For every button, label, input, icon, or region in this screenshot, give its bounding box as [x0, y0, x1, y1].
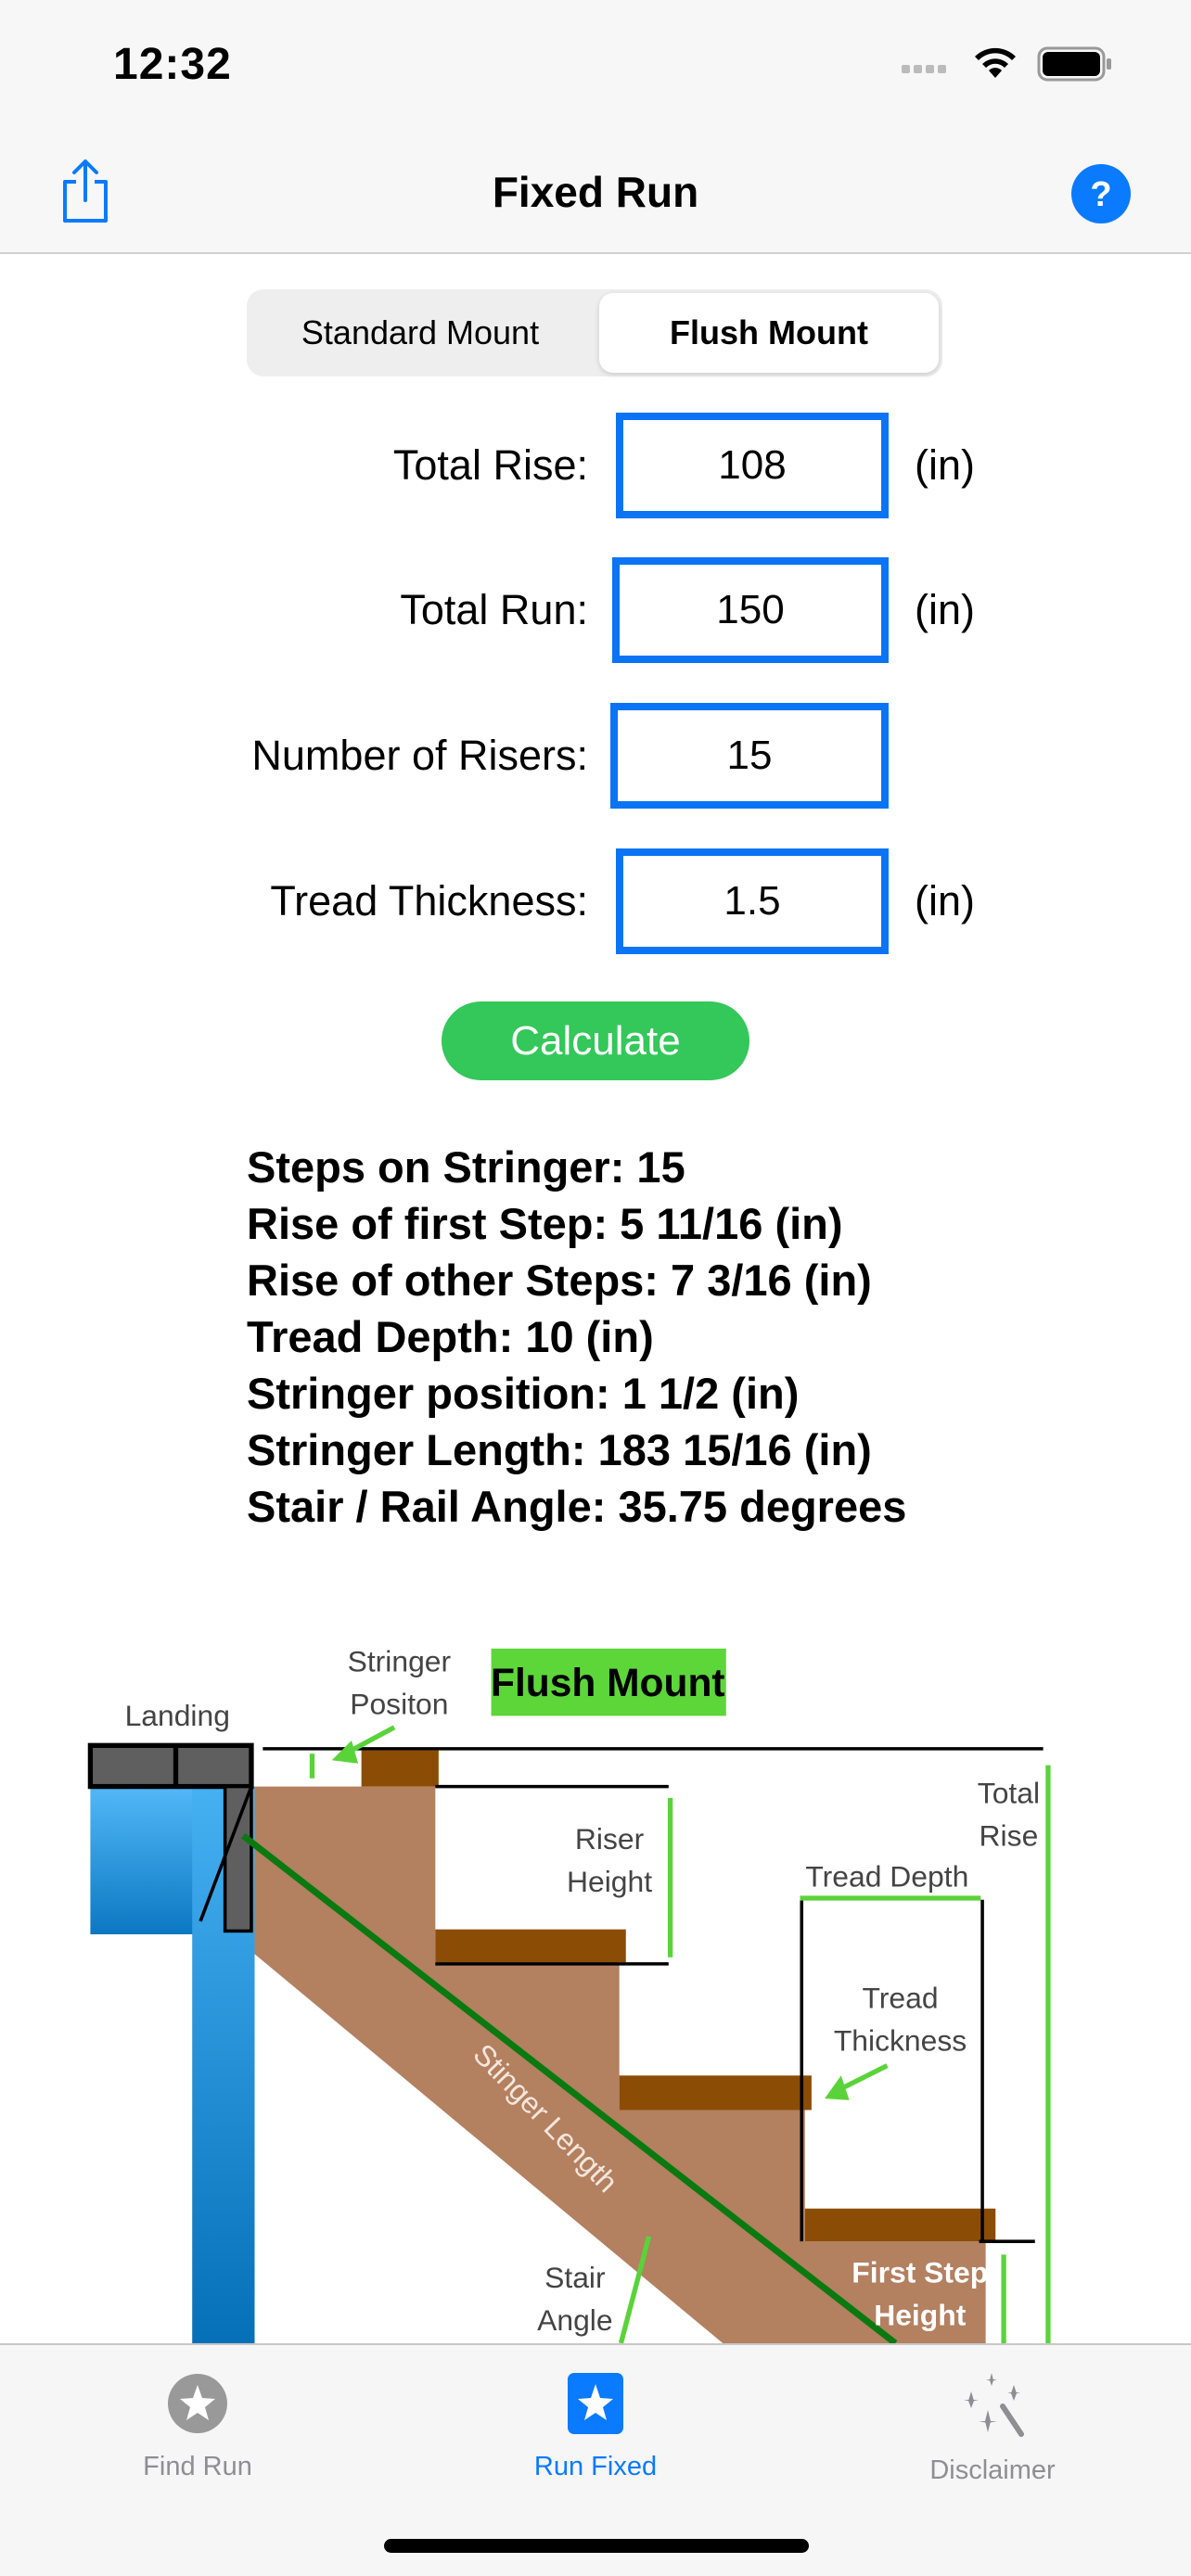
first-step-height-label: First Step: [852, 2255, 988, 2289]
stair-angle-label: Stair: [544, 2261, 606, 2294]
riser-height-label: Height: [567, 1865, 652, 1898]
result-rise-other-steps: Rise of other Steps: 7 3/16 (in): [247, 1256, 872, 1305]
svg-text:?: ?: [1090, 175, 1111, 214]
tab-disclaimer[interactable]: Disclaimer: [853, 2373, 1132, 2486]
battery-icon: [1037, 46, 1111, 82]
risers-input[interactable]: 15: [610, 703, 889, 809]
tab-run-fixed[interactable]: Run Fixed: [456, 2373, 735, 2482]
wifi-icon: [975, 47, 1016, 78]
navigation-bar: Fixed Run ?: [0, 130, 1191, 254]
risers-row: Number of Risers: 15: [0, 703, 1191, 809]
tread-board: [804, 2208, 996, 2242]
result-tread-depth: Tread Depth: 10 (in): [247, 1312, 654, 1361]
total-rise-input[interactable]: 108: [616, 413, 889, 518]
total-rise-label: Rise: [980, 1818, 1039, 1852]
tread-depth-label: Tread Depth: [805, 1860, 968, 1894]
stair-angle-label: Angle: [537, 2303, 612, 2337]
tread-thickness-label: Thickness: [834, 2024, 967, 2058]
tread-board: [619, 2075, 812, 2111]
segment-flush-mount[interactable]: Flush Mount: [599, 293, 939, 373]
landing-label: Landing: [125, 1699, 230, 1732]
risers-label: Number of Risers:: [251, 732, 588, 779]
mount-type-segmented-control: Standard Mount Flush Mount: [247, 289, 942, 376]
result-rise-first-step: Rise of first Step: 5 11/16 (in): [247, 1199, 843, 1248]
cellular-signal-icon: [902, 65, 946, 73]
status-bar: 12:32: [0, 0, 1191, 130]
tab-label: Disclaimer: [929, 2455, 1056, 2485]
tread-thickness-label: Tread: [863, 1982, 939, 2015]
stair-diagram: Flush Mount Landing Stringer Positon Ris…: [87, 1645, 1051, 2343]
stringer-position-label: Stringer: [348, 1645, 452, 1678]
total-rise-unit: (in): [915, 441, 975, 489]
clock: 12:32: [113, 40, 232, 89]
star-square-icon: [568, 2373, 623, 2434]
tread-board: [361, 1750, 439, 1787]
total-run-row: Total Run: 150 (in): [0, 557, 1191, 663]
tread-thickness-input[interactable]: 1.5: [616, 848, 889, 954]
tread-thickness-row: Tread Thickness: 1.5 (in): [0, 848, 1191, 954]
results: Steps on Stringer: 15 Rise of first Step…: [247, 1139, 906, 1535]
tread-thickness-unit: (in): [915, 877, 975, 925]
tread-board: [435, 1929, 626, 1963]
tab-label: Find Run: [143, 2452, 252, 2481]
total-run-input[interactable]: 150: [612, 557, 889, 663]
tab-find-run[interactable]: Find Run: [58, 2373, 337, 2482]
riser-height-label: Riser: [575, 1822, 645, 1855]
calculate-button[interactable]: Calculate: [442, 1001, 749, 1080]
home-indicator: [384, 2539, 809, 2553]
total-rise-label: Total: [978, 1776, 1040, 1809]
result-stair-angle: Stair / Rail Angle: 35.75 degrees: [247, 1482, 907, 1531]
total-run-unit: (in): [915, 586, 975, 633]
rim-board: [223, 1784, 253, 1933]
star-circle-icon: [168, 2374, 227, 2433]
landing-deck: [87, 1742, 254, 1790]
total-run-label: Total Run:: [400, 586, 588, 633]
segment-standard-mount[interactable]: Standard Mount: [250, 293, 590, 373]
first-step-height-label: Height: [874, 2298, 967, 2331]
landing-block: [90, 1786, 206, 1934]
flush-mount-badge-text: Flush Mount: [491, 1662, 725, 1705]
page-title: Fixed Run: [492, 168, 699, 216]
result-stringer-length: Stringer Length: 183 15/16 (in): [247, 1425, 872, 1474]
magic-wand-icon: [964, 2373, 1024, 2437]
total-rise-row: Total Rise: 108 (in): [0, 413, 1191, 518]
total-rise-label: Total Rise:: [392, 441, 588, 489]
result-steps-on-stringer: Steps on Stringer: 15: [247, 1142, 685, 1192]
tab-label: Run Fixed: [533, 2452, 658, 2481]
result-stringer-position: Stringer position: 1 1/2 (in): [247, 1369, 800, 1418]
stringer-position-label: Positon: [350, 1688, 448, 1721]
question-circle-icon[interactable]: ?: [1071, 164, 1131, 223]
tread-thickness-label: Tread Thickness:: [270, 877, 588, 925]
